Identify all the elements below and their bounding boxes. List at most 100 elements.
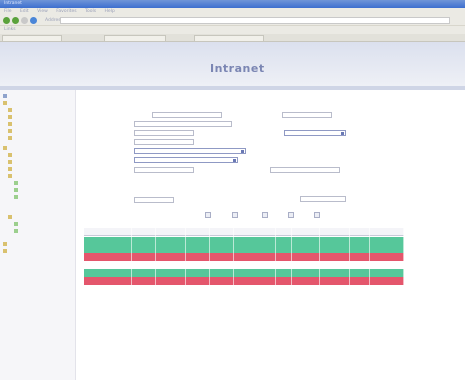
- table-cell: [320, 261, 350, 269]
- menu-edit[interactable]: Edit: [20, 9, 29, 14]
- form-field[interactable]: [152, 112, 222, 118]
- tabs-bar: [0, 34, 465, 42]
- form-label: [98, 112, 150, 118]
- table-header-cell[interactable]: [132, 228, 156, 236]
- form-select[interactable]: [284, 130, 346, 136]
- form-label: [80, 139, 132, 145]
- address-bar[interactable]: [60, 17, 450, 24]
- menu-tools[interactable]: Tools: [85, 9, 96, 14]
- table-row[interactable]: [84, 237, 404, 245]
- form-field[interactable]: [134, 121, 232, 127]
- form-field[interactable]: [300, 196, 346, 202]
- sidebar-item[interactable]: [3, 94, 9, 99]
- menu-help[interactable]: Help: [105, 9, 115, 14]
- browser-tab[interactable]: [194, 35, 264, 42]
- form-field[interactable]: [270, 167, 340, 173]
- table-cell: [186, 253, 210, 261]
- table-cell: [370, 237, 404, 245]
- table-cell: [292, 237, 320, 245]
- sidebar-item[interactable]: [8, 115, 14, 120]
- table-row[interactable]: [84, 261, 404, 269]
- stop-icon[interactable]: [21, 17, 28, 24]
- menu-file[interactable]: File: [4, 9, 12, 14]
- sidebar-item[interactable]: [8, 108, 14, 113]
- form-label: [80, 130, 132, 136]
- table-header-cell[interactable]: [186, 228, 210, 236]
- table-cell: [276, 261, 292, 269]
- form-label: [80, 167, 132, 173]
- sidebar-item[interactable]: [8, 167, 14, 172]
- folder-icon: [8, 215, 12, 219]
- form-button[interactable]: [314, 212, 320, 218]
- sidebar: [0, 90, 76, 380]
- sidebar-item[interactable]: [8, 215, 14, 220]
- sidebar-item[interactable]: [14, 229, 20, 234]
- folder-icon: [8, 115, 12, 119]
- table-header-cell[interactable]: [84, 228, 132, 236]
- table-row[interactable]: [84, 277, 404, 285]
- browser-tab[interactable]: [104, 35, 166, 42]
- page-icon: [14, 181, 18, 185]
- table-cell: [84, 245, 132, 253]
- form-field[interactable]: [134, 197, 174, 203]
- form-field[interactable]: [134, 130, 194, 136]
- folder-icon: [8, 153, 12, 157]
- table-header-cell[interactable]: [350, 228, 370, 236]
- table-cell: [210, 237, 234, 245]
- form-button[interactable]: [205, 212, 211, 218]
- form-label: [80, 157, 132, 163]
- table-cell: [84, 261, 132, 269]
- table-row[interactable]: [84, 269, 404, 277]
- table-header-cell[interactable]: [292, 228, 320, 236]
- table-header-cell[interactable]: [370, 228, 404, 236]
- sidebar-item[interactable]: [14, 188, 20, 193]
- sidebar-item[interactable]: [14, 181, 20, 186]
- table-header-cell[interactable]: [210, 228, 234, 236]
- forward-icon[interactable]: [12, 17, 19, 24]
- sidebar-item[interactable]: [8, 136, 14, 141]
- form-field[interactable]: [282, 112, 332, 118]
- sidebar-item[interactable]: [8, 122, 14, 127]
- sidebar-item[interactable]: [3, 101, 9, 106]
- table-cell: [234, 269, 276, 277]
- form-select[interactable]: [134, 148, 246, 154]
- table-header-cell[interactable]: [320, 228, 350, 236]
- form-select[interactable]: [134, 157, 238, 163]
- form-button[interactable]: [262, 212, 268, 218]
- form-button[interactable]: [232, 212, 238, 218]
- sidebar-item[interactable]: [14, 195, 20, 200]
- refresh-icon[interactable]: [30, 17, 37, 24]
- table-cell: [370, 253, 404, 261]
- table-cell: [234, 261, 276, 269]
- browser-toolbar: Address: [0, 16, 465, 26]
- table-cell: [350, 277, 370, 285]
- sidebar-item[interactable]: [3, 242, 9, 247]
- menu-favorites[interactable]: Favorites: [56, 9, 76, 14]
- table-row[interactable]: [84, 253, 404, 261]
- form-field[interactable]: [134, 139, 194, 145]
- browser-tab[interactable]: [2, 35, 62, 42]
- table-cell: [276, 277, 292, 285]
- links-bar: Links: [0, 26, 465, 34]
- sidebar-item[interactable]: [8, 174, 14, 179]
- table-cell: [320, 277, 350, 285]
- table-cell: [156, 261, 186, 269]
- form-button[interactable]: [288, 212, 294, 218]
- form-field[interactable]: [134, 167, 194, 173]
- sidebar-item[interactable]: [3, 146, 9, 151]
- sidebar-item[interactable]: [8, 153, 14, 158]
- sidebar-item[interactable]: [8, 160, 14, 165]
- back-icon[interactable]: [3, 17, 10, 24]
- table-cell: [132, 261, 156, 269]
- table-header-cell[interactable]: [156, 228, 186, 236]
- menu-view[interactable]: View: [37, 9, 48, 14]
- sidebar-item[interactable]: [14, 222, 20, 227]
- table-header-cell[interactable]: [276, 228, 292, 236]
- table-header-cell[interactable]: [234, 228, 276, 236]
- sidebar-item[interactable]: [8, 129, 14, 134]
- sidebar-item[interactable]: [3, 249, 9, 254]
- form-label: [110, 104, 162, 110]
- table-row[interactable]: [84, 245, 404, 253]
- table-cell: [292, 269, 320, 277]
- table-cell: [292, 245, 320, 253]
